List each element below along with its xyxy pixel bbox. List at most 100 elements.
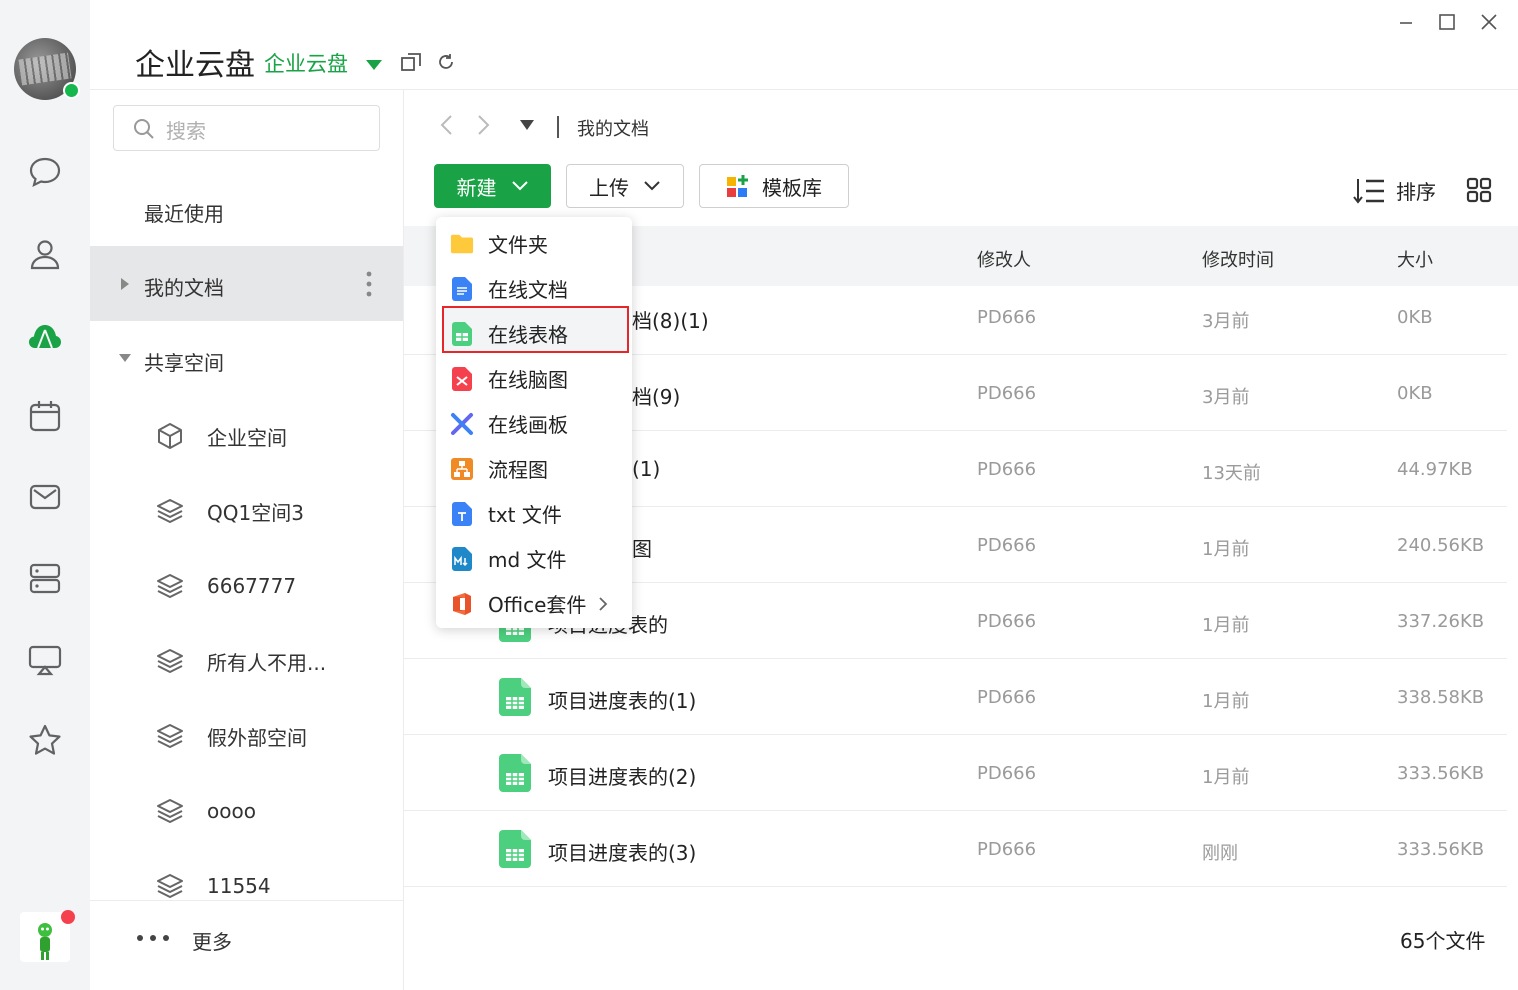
file-modifier: PD666 xyxy=(977,763,1037,784)
screen-share-icon[interactable] xyxy=(25,640,65,680)
menu-item-label: Office套件 xyxy=(488,593,587,617)
menu-item-txt-file[interactable]: txt 文件 xyxy=(436,491,632,536)
file-time: 3月前 xyxy=(1202,311,1250,332)
cube-icon xyxy=(158,423,182,449)
sidebar xyxy=(90,90,404,990)
column-header-size[interactable]: 大小 xyxy=(1397,246,1433,272)
mail-icon[interactable] xyxy=(25,477,65,517)
file-size: 44.97KB xyxy=(1397,459,1473,480)
markdown-file-icon xyxy=(452,546,472,571)
sort-button[interactable]: 排序 xyxy=(1352,176,1436,205)
cloud-drive-icon[interactable] xyxy=(25,316,65,356)
menu-item-label: md 文件 xyxy=(488,548,567,572)
close-icon[interactable] xyxy=(1477,10,1501,34)
menu-item-online-whiteboard[interactable]: 在线画板 xyxy=(436,401,632,446)
space-item-label: 企业空间 xyxy=(207,425,287,450)
more-vertical-icon[interactable] xyxy=(364,270,374,298)
contacts-icon[interactable] xyxy=(25,234,65,274)
file-time: 1月前 xyxy=(1202,539,1250,560)
calendar-icon[interactable] xyxy=(25,396,65,436)
menu-item-online-mindmap[interactable]: 在线脑图 xyxy=(436,356,632,401)
space-item-all-users[interactable]: 所有人不用... xyxy=(155,641,326,681)
file-time: 刚刚 xyxy=(1202,843,1238,864)
column-header-modified-time[interactable]: 修改时间 xyxy=(1202,246,1274,272)
new-dropdown-menu-body: 在线表格 在线脑图 在线画板 流程图 txt 文件 md 文件 Office套件 xyxy=(436,217,632,628)
history-dropdown-icon[interactable] xyxy=(519,119,535,131)
notification-badge xyxy=(61,910,75,924)
menu-item-online-sheet[interactable]: 在线表格 xyxy=(436,311,632,356)
file-modifier: PD666 xyxy=(977,459,1037,480)
space-item-oooo[interactable]: oooo xyxy=(155,791,256,831)
layers-icon xyxy=(157,574,183,598)
upload-button-label: 上传 xyxy=(589,175,629,200)
grid-view-icon[interactable] xyxy=(1466,177,1492,203)
menu-item-label: 在线画板 xyxy=(488,413,568,437)
file-modifier: PD666 xyxy=(977,307,1037,328)
search-placeholder: 搜索 xyxy=(166,119,206,143)
row-divider xyxy=(404,734,1507,735)
file-name: 图 xyxy=(632,537,652,561)
favorites-star-icon[interactable] xyxy=(25,721,65,761)
template-library-button[interactable]: 模板库 xyxy=(699,164,849,208)
forward-arrow-icon[interactable] xyxy=(476,114,492,136)
sidebar-item-shared-space[interactable]: 共享空间 xyxy=(144,347,224,376)
sidebar-item-my-docs[interactable] xyxy=(90,246,403,321)
space-item-label: 假外部空间 xyxy=(207,725,307,750)
space-item-6667777[interactable]: 6667777 xyxy=(155,566,296,606)
chevron-right-icon xyxy=(599,596,608,611)
search-input[interactable]: 搜索 xyxy=(113,105,380,151)
file-time: 3月前 xyxy=(1202,387,1250,408)
space-item-label: 11554 xyxy=(207,874,271,898)
minimize-icon[interactable] xyxy=(1394,10,1418,34)
new-button[interactable]: 新建 xyxy=(434,164,551,208)
sidebar-item-recent[interactable]: 最近使用 xyxy=(144,198,224,227)
chat-icon[interactable] xyxy=(25,152,65,192)
file-name: 项目进度表的(2) xyxy=(548,765,697,789)
sheet-file-icon xyxy=(452,321,472,346)
layers-icon xyxy=(157,799,183,823)
file-name: (1) xyxy=(632,457,661,481)
file-name: 项目进度表的(3) xyxy=(548,841,697,865)
upload-button[interactable]: 上传 xyxy=(566,164,684,208)
file-modifier: PD666 xyxy=(977,535,1037,556)
breadcrumb-current[interactable]: 我的文档 xyxy=(577,115,649,141)
menu-item-flowchart[interactable]: 流程图 xyxy=(436,446,632,491)
refresh-icon[interactable] xyxy=(436,52,456,76)
back-arrow-icon[interactable] xyxy=(438,114,454,136)
template-library-label: 模板库 xyxy=(762,175,822,200)
app-title: 企业云盘 xyxy=(135,48,255,83)
file-name: 档(8)(1) xyxy=(632,309,709,333)
workbench-icon[interactable] xyxy=(25,558,65,598)
column-header-modifier[interactable]: 修改人 xyxy=(977,246,1031,272)
expand-right-icon[interactable] xyxy=(120,277,130,291)
file-modifier: PD666 xyxy=(977,687,1037,708)
space-selector[interactable]: 企业云盘 xyxy=(264,48,383,78)
layers-icon xyxy=(157,724,183,748)
search-icon xyxy=(134,119,154,139)
mindmap-file-icon xyxy=(452,366,472,391)
new-button-label: 新建 xyxy=(456,175,497,200)
office-icon xyxy=(453,592,471,615)
whiteboard-icon xyxy=(451,412,473,435)
layers-icon xyxy=(157,874,183,898)
popout-icon[interactable] xyxy=(400,52,422,76)
row-divider xyxy=(404,658,1507,659)
sort-icon xyxy=(1353,178,1384,204)
file-time: 1月前 xyxy=(1202,615,1250,636)
menu-item-label: 流程图 xyxy=(488,458,548,482)
collapse-down-icon[interactable] xyxy=(118,353,132,363)
more-horizontal-icon xyxy=(137,935,169,941)
space-item-fake-external[interactable]: 假外部空间 xyxy=(155,716,307,756)
sidebar-more-button[interactable]: 更多 xyxy=(90,900,403,976)
layers-icon xyxy=(157,649,183,673)
file-size: 0KB xyxy=(1397,383,1433,404)
space-item-qq1[interactable]: QQ1空间3 xyxy=(155,491,304,531)
online-status-dot xyxy=(63,82,80,99)
menu-item-label: 在线脑图 xyxy=(488,368,568,392)
menu-item-office-suite[interactable]: Office套件 xyxy=(436,581,632,626)
space-item-enterprise[interactable]: 企业空间 xyxy=(155,416,287,456)
space-item-label: 所有人不用... xyxy=(207,650,327,675)
menu-item-md-file[interactable]: md 文件 xyxy=(436,536,632,581)
maximize-icon[interactable] xyxy=(1435,10,1459,34)
file-modifier: PD666 xyxy=(977,839,1037,860)
